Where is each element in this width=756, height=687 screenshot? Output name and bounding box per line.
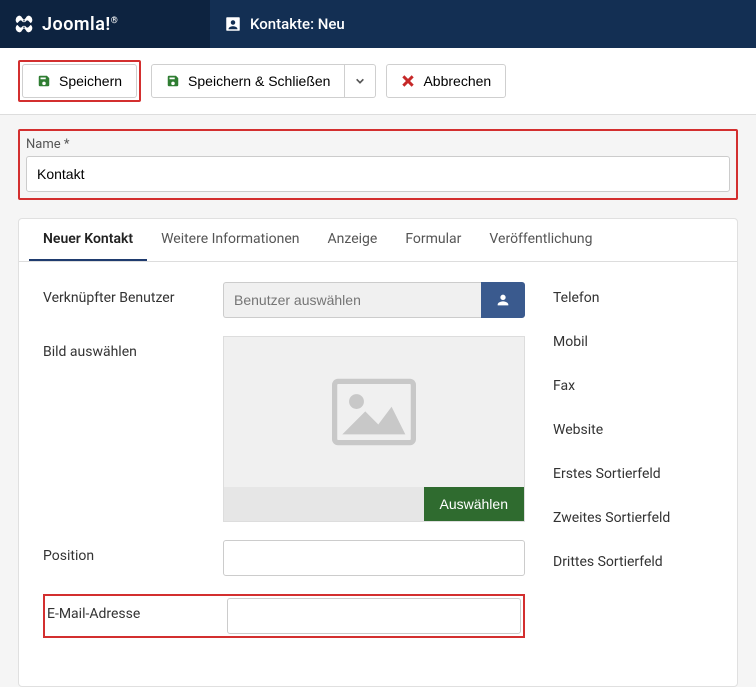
image-placeholder — [224, 337, 524, 487]
highlight-save: Speichern — [18, 60, 141, 102]
image-placeholder-icon — [329, 377, 419, 447]
side-website: Website — [553, 414, 713, 446]
image-select-button[interactable]: Auswählen — [424, 487, 525, 521]
top-bar: Joomla!® Kontakte: Neu — [0, 0, 756, 48]
linked-user-picker — [223, 282, 525, 318]
position-label: Position — [43, 540, 223, 564]
tab-publishing[interactable]: Veröffentlichung — [475, 219, 606, 261]
side-sort2: Zweites Sortierfeld — [553, 502, 713, 534]
tab-new-contact[interactable]: Neuer Kontakt — [29, 219, 147, 261]
tab-form[interactable]: Formular — [391, 219, 475, 261]
tab-more-info[interactable]: Weitere Informationen — [147, 219, 313, 261]
email-input[interactable] — [227, 598, 521, 634]
row-image: Bild auswählen Auswählen — [43, 336, 525, 522]
side-telefon: Telefon — [553, 282, 713, 314]
linked-user-input[interactable] — [223, 282, 481, 318]
brand[interactable]: Joomla!® — [0, 0, 210, 48]
tabs: Neuer Kontakt Weitere Informationen Anze… — [19, 219, 737, 262]
image-label: Bild auswählen — [43, 336, 223, 360]
side-sort1: Erstes Sortierfeld — [553, 458, 713, 490]
name-label: Name * — [26, 137, 730, 152]
right-column: Telefon Mobil Fax Website Erstes Sortier… — [553, 282, 713, 656]
joomla-logo-icon — [14, 14, 34, 34]
image-toolbar: Auswählen — [224, 487, 524, 521]
save-button[interactable]: Speichern — [22, 64, 137, 98]
save-icon — [37, 74, 51, 88]
select-user-button[interactable] — [481, 282, 525, 318]
image-box: Auswählen — [223, 336, 525, 522]
brand-text: Joomla!® — [42, 14, 118, 35]
name-field-highlight: Name * — [18, 129, 738, 200]
save-close-button[interactable]: Speichern & Schließen — [151, 64, 345, 98]
save-close-dropdown[interactable] — [345, 64, 376, 98]
page-title: Kontakte: Neu — [210, 15, 359, 33]
form-pane: Verknüpfter Benutzer Bild auswählen — [19, 262, 737, 686]
contact-icon — [224, 15, 242, 33]
side-fax: Fax — [553, 370, 713, 402]
user-icon — [495, 292, 511, 308]
linked-user-label: Verknüpfter Benutzer — [43, 282, 223, 306]
toolbar: Speichern Speichern & Schließen Abbreche… — [0, 48, 756, 115]
position-input[interactable] — [223, 540, 525, 576]
name-input[interactable] — [26, 156, 730, 192]
close-icon — [401, 74, 415, 88]
save-close-group: Speichern & Schließen — [151, 64, 376, 98]
row-email-highlight: E-Mail-Adresse — [43, 594, 525, 638]
side-sort3: Drittes Sortierfeld — [553, 546, 713, 578]
chevron-down-icon — [355, 76, 365, 86]
content-panel: Neuer Kontakt Weitere Informationen Anze… — [18, 218, 738, 687]
email-label: E-Mail-Adresse — [47, 598, 227, 622]
side-mobil: Mobil — [553, 326, 713, 358]
left-column: Verknüpfter Benutzer Bild auswählen — [43, 282, 525, 656]
row-linked-user: Verknüpfter Benutzer — [43, 282, 525, 318]
save-icon — [166, 74, 180, 88]
cancel-button[interactable]: Abbrechen — [386, 64, 506, 98]
row-position: Position — [43, 540, 525, 576]
tab-display[interactable]: Anzeige — [314, 219, 392, 261]
